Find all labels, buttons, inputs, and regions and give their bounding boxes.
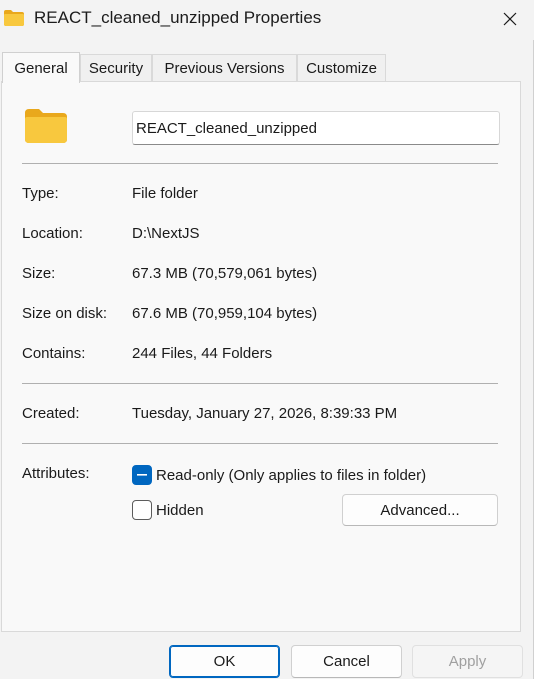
- type-label: Type:: [22, 185, 59, 202]
- location-value: D:\NextJS: [132, 225, 200, 242]
- separator: [22, 443, 498, 444]
- read-only-label[interactable]: Read-only (Only applies to files in fold…: [156, 467, 426, 484]
- close-button[interactable]: [490, 0, 530, 38]
- type-value: File folder: [132, 185, 198, 202]
- contains-value: 244 Files, 44 Folders: [132, 345, 273, 362]
- window-title: REACT_cleaned_unzipped Properties: [34, 8, 322, 27]
- cancel-button[interactable]: Cancel: [291, 645, 402, 678]
- hidden-label[interactable]: Hidden: [156, 502, 204, 519]
- size-on-disk-label: Size on disk:: [22, 305, 108, 322]
- advanced-button[interactable]: Advanced...: [342, 494, 498, 526]
- title-bar: REACT_cleaned_unzipped Properties: [0, 0, 534, 40]
- tab-general[interactable]: General: [2, 52, 80, 83]
- size-label: Size:: [22, 265, 56, 282]
- apply-button[interactable]: Apply: [412, 645, 523, 678]
- separator: [22, 163, 498, 164]
- folder-name-input[interactable]: [132, 111, 500, 145]
- indeterminate-icon: [137, 474, 147, 476]
- tab-security[interactable]: Security: [80, 54, 152, 82]
- size-on-disk-value: 67.6 MB (70,959,104 bytes): [132, 305, 318, 322]
- read-only-checkbox[interactable]: [132, 465, 152, 485]
- attributes-label: Attributes:: [22, 465, 90, 482]
- tab-previous-versions[interactable]: Previous Versions: [152, 54, 297, 82]
- properties-window: REACT_cleaned_unzipped Properties Genera…: [0, 0, 534, 679]
- location-label: Location:: [22, 225, 83, 242]
- folder-icon: [24, 108, 68, 144]
- created-label: Created:: [22, 405, 80, 422]
- close-icon: [503, 12, 517, 26]
- tab-customize[interactable]: Customize: [297, 54, 386, 82]
- folder-icon: [3, 9, 25, 27]
- separator: [22, 383, 498, 384]
- ok-button[interactable]: OK: [169, 645, 280, 678]
- size-value: 67.3 MB (70,579,061 bytes): [132, 265, 318, 282]
- contains-label: Contains:: [22, 345, 86, 362]
- created-value: Tuesday, January 27, 2026, 8:39:33 PM: [132, 405, 398, 422]
- hidden-checkbox[interactable]: [132, 500, 152, 520]
- tab-bar: General Security Previous Versions Custo…: [0, 52, 534, 83]
